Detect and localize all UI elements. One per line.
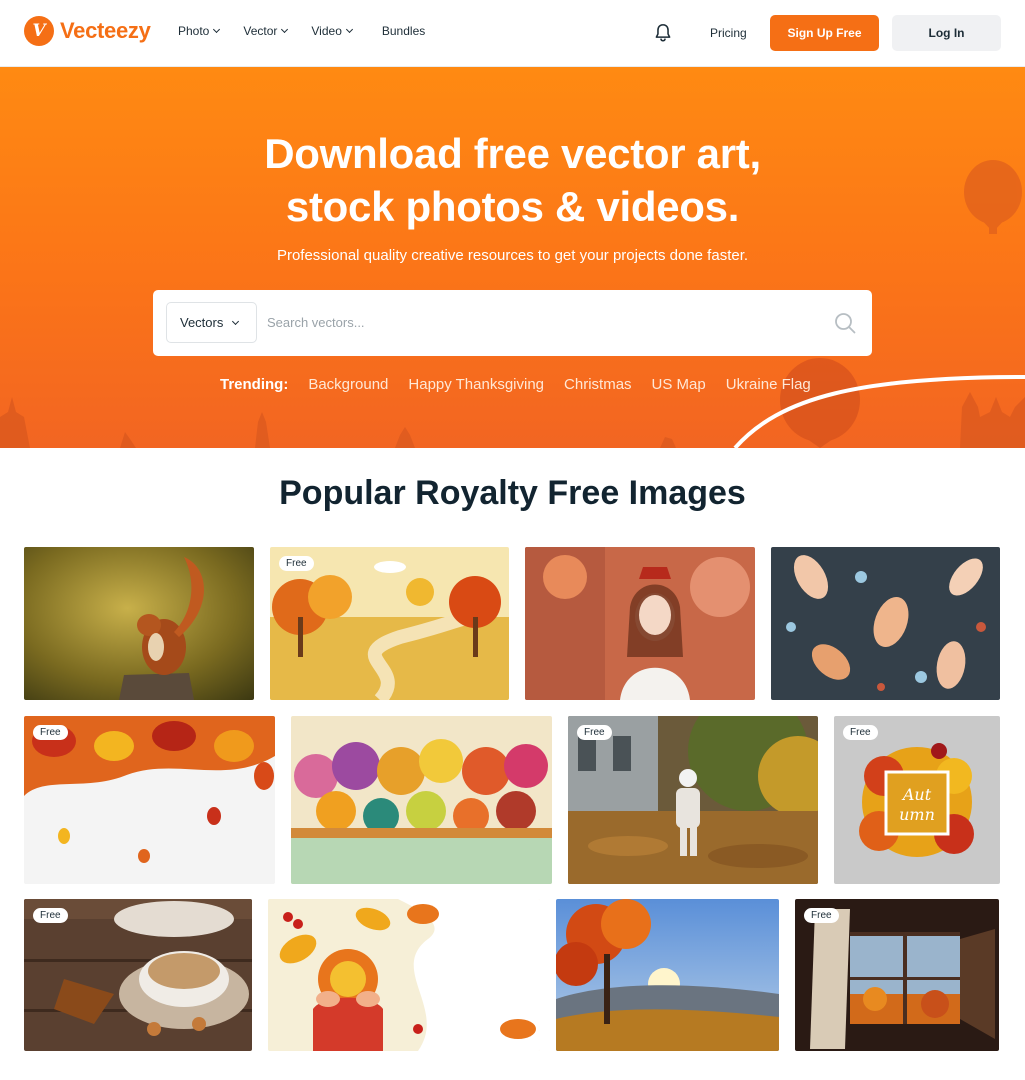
- search-icon[interactable]: [833, 311, 857, 335]
- pricing-link[interactable]: Pricing: [710, 26, 747, 40]
- hands-tea-cup-illustration: [268, 899, 540, 1051]
- section-title: Popular Royalty Free Images: [279, 474, 746, 512]
- hero-title-line: stock photos & videos.: [285, 183, 740, 230]
- nav-item-photo[interactable]: Photo: [178, 24, 221, 38]
- trending-label: Trending:: [220, 376, 289, 393]
- trending-link[interactable]: Happy Thanksgiving: [408, 376, 544, 393]
- nav-item-label: Photo: [178, 24, 210, 38]
- image-tile-woman-leaves[interactable]: [525, 547, 755, 700]
- nav-item-label: Bundles: [381, 24, 426, 38]
- hero-title-line: Download free vector art,: [264, 130, 761, 177]
- trending-link[interactable]: Background: [308, 376, 388, 393]
- image-tile-colorful-forest[interactable]: [291, 716, 552, 884]
- log-in-button[interactable]: Log In: [892, 15, 1001, 51]
- free-badge: Free: [33, 725, 68, 740]
- child-autumn-leaves-photo: [568, 716, 818, 884]
- site-header: V Vecteezy Photo Vector Video Bundles Pr…: [0, 0, 1025, 67]
- image-tile-leaves-border[interactable]: Free: [24, 716, 275, 884]
- free-badge: Free: [843, 725, 878, 740]
- woman-autumn-leaves-photo: [525, 547, 755, 700]
- nav-item-bundles[interactable]: Bundles: [382, 24, 425, 38]
- image-tile-window-view[interactable]: Free: [795, 899, 999, 1051]
- logo-text: Vecteezy: [60, 18, 151, 43]
- trending-link[interactable]: US Map: [652, 376, 706, 393]
- chevron-down-icon: [232, 317, 240, 325]
- nav-item-video[interactable]: Video: [311, 24, 353, 38]
- leaf-pattern: [771, 547, 1000, 700]
- nav-item-vector[interactable]: Vector: [243, 24, 289, 38]
- svg-text:umn: umn: [899, 805, 935, 824]
- svg-text:Aut: Aut: [901, 785, 932, 804]
- search-input[interactable]: [267, 302, 807, 343]
- search-category-select[interactable]: Vectors: [166, 302, 257, 343]
- image-tile-coffee-cup[interactable]: Free: [24, 899, 252, 1051]
- image-tile-autumn-tree[interactable]: [556, 899, 779, 1051]
- chevron-down-icon: [345, 25, 353, 34]
- trending-searches: Trending: Background Happy Thanksgiving …: [220, 376, 811, 393]
- logo[interactable]: V Vecteezy: [24, 16, 151, 46]
- image-tile-child-leaves[interactable]: Free: [568, 716, 818, 884]
- hero-subtitle: Professional quality creative resources …: [276, 247, 749, 264]
- image-tile-leaf-pattern[interactable]: [771, 547, 1000, 700]
- squirrel-photo: [24, 547, 254, 700]
- nav-item-label: Vector: [243, 24, 278, 38]
- hero-banner: Download free vector art, stock photos &…: [0, 67, 1025, 448]
- autumn-leaves-border: [24, 716, 275, 884]
- free-badge: Free: [33, 908, 68, 923]
- chevron-down-icon: [213, 25, 221, 34]
- trending-link[interactable]: Christmas: [564, 376, 632, 393]
- autumn-tree-sunset-photo: [556, 899, 779, 1051]
- logo-mark-icon: V: [24, 16, 54, 46]
- hero-title: Download free vector art, stock photos &…: [0, 127, 1025, 233]
- colorful-forest-illustration: [291, 716, 552, 884]
- trending-link[interactable]: Ukraine Flag: [726, 376, 811, 393]
- image-tile-autumn-park[interactable]: Free: [270, 547, 509, 700]
- bell-icon[interactable]: [652, 22, 674, 44]
- free-badge: Free: [279, 556, 314, 571]
- image-tile-squirrel[interactable]: [24, 547, 254, 700]
- sign-up-button[interactable]: Sign Up Free: [770, 15, 879, 51]
- chevron-down-icon: [281, 25, 289, 34]
- search-bar: Vectors: [153, 290, 872, 356]
- autumn-wreath-frame: Aut umn: [834, 716, 1000, 884]
- free-badge: Free: [804, 908, 839, 923]
- image-tile-tea-hands[interactable]: [268, 899, 540, 1051]
- main-nav: Photo Vector Video Bundles: [178, 24, 425, 38]
- free-badge: Free: [577, 725, 612, 740]
- nav-item-label: Video: [311, 24, 342, 38]
- image-tile-autumn-wreath[interactable]: Aut umn Free: [834, 716, 1000, 884]
- search-category-label: Vectors: [180, 315, 224, 330]
